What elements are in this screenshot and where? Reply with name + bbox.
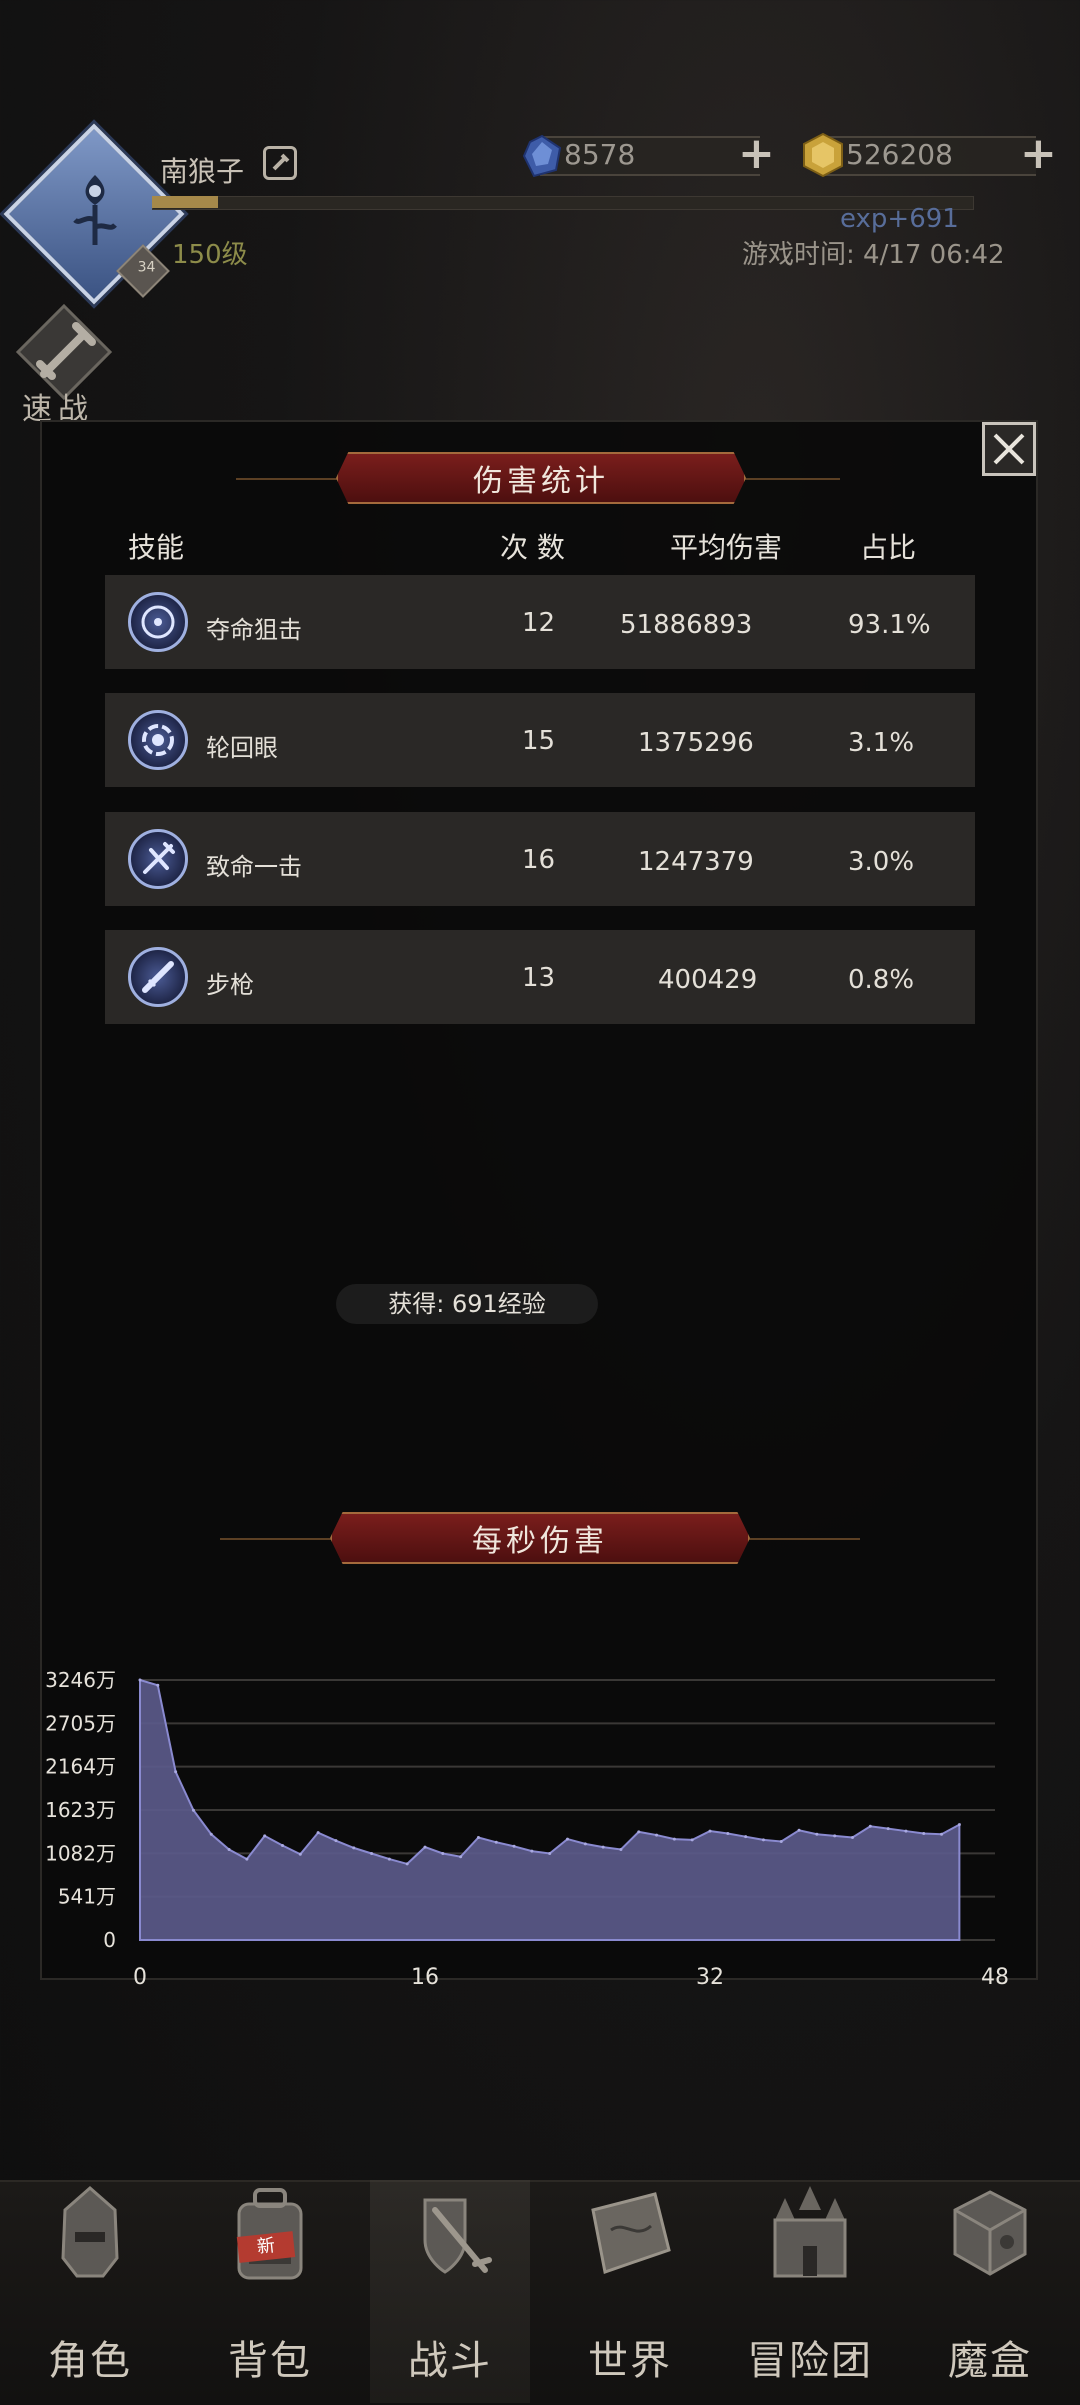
nav-item-world[interactable]: 世界	[540, 2180, 720, 2403]
gem-amount: 8578	[564, 138, 636, 171]
skill-avg-damage: 400429	[658, 965, 758, 995]
skill-ratio: 93.1%	[848, 610, 931, 640]
header-count: 次 数	[500, 531, 565, 564]
damage-stats-title: 伤害统计	[336, 452, 746, 504]
header-skill: 技能	[128, 531, 185, 564]
player-name: 南狼子	[160, 155, 245, 188]
eye-spiral-icon	[128, 710, 188, 770]
skill-name: 致命一击	[206, 853, 302, 881]
close-button[interactable]	[982, 422, 1036, 476]
header-avg-damage: 平均伤害	[670, 531, 783, 564]
skill-name: 夺命狙击	[206, 616, 302, 644]
header-ratio: 占比	[860, 531, 917, 564]
nav-item-battle[interactable]: 战斗	[370, 2180, 530, 2403]
add-gold-button[interactable]: +	[1020, 132, 1057, 176]
map-scroll-icon	[591, 2192, 671, 2274]
castle-icon	[773, 2186, 847, 2278]
skill-count: 15	[522, 726, 556, 756]
nav-label: 魔盒	[948, 2338, 1032, 2384]
skill-ratio: 0.8%	[848, 965, 915, 995]
add-gems-button[interactable]: +	[738, 132, 775, 176]
nav-item-character[interactable]: 角色	[0, 2180, 180, 2403]
skill-avg-damage: 51886893	[620, 610, 753, 640]
gold-amount: 526208	[846, 138, 953, 171]
rose-crest-icon	[73, 175, 117, 245]
nav-item-adventure-team[interactable]: 冒险团	[720, 2180, 900, 2403]
skill-ratio: 3.1%	[848, 728, 915, 758]
gold-coin-icon	[803, 132, 843, 178]
game-time: 游戏时间: 4/17 06:42	[742, 240, 1005, 270]
shield-swords-icon	[423, 2198, 492, 2274]
xp-bar-fill	[152, 196, 218, 208]
nav-label: 背包	[228, 2338, 312, 2384]
skill-name: 轮回眼	[206, 734, 278, 762]
gem-icon	[522, 134, 562, 178]
nav-label: 战斗	[408, 2338, 492, 2384]
rifle-icon	[128, 947, 188, 1007]
critical-strike-icon	[128, 829, 188, 889]
skill-ratio: 3.0%	[848, 847, 915, 877]
skill-count: 12	[522, 608, 556, 638]
player-level: 150级	[172, 240, 248, 270]
reward-exp: 获得: 691经验	[336, 1284, 598, 1324]
nav-label: 角色	[48, 2338, 132, 2384]
magic-cube-icon	[953, 2190, 1027, 2276]
skill-avg-damage: 1375296	[638, 728, 754, 758]
exp-gain: exp+691	[840, 204, 959, 234]
nav-label: 世界	[588, 2338, 672, 2384]
skill-count: 13	[522, 963, 556, 993]
nav-item-backpack[interactable]: 新 背包	[180, 2180, 360, 2403]
skill-count: 16	[522, 845, 556, 875]
edit-name-icon[interactable]	[263, 146, 297, 180]
skill-avg-damage: 1247379	[638, 847, 754, 877]
sniper-target-icon	[128, 592, 188, 652]
skill-name: 步枪	[206, 971, 254, 999]
helmet-icon	[61, 2186, 119, 2278]
dps-title: 每秒伤害	[330, 1512, 750, 1564]
nav-item-magic-box[interactable]: 魔盒	[900, 2180, 1080, 2403]
nav-label: 冒险团	[747, 2338, 873, 2384]
close-icon	[993, 433, 1025, 465]
